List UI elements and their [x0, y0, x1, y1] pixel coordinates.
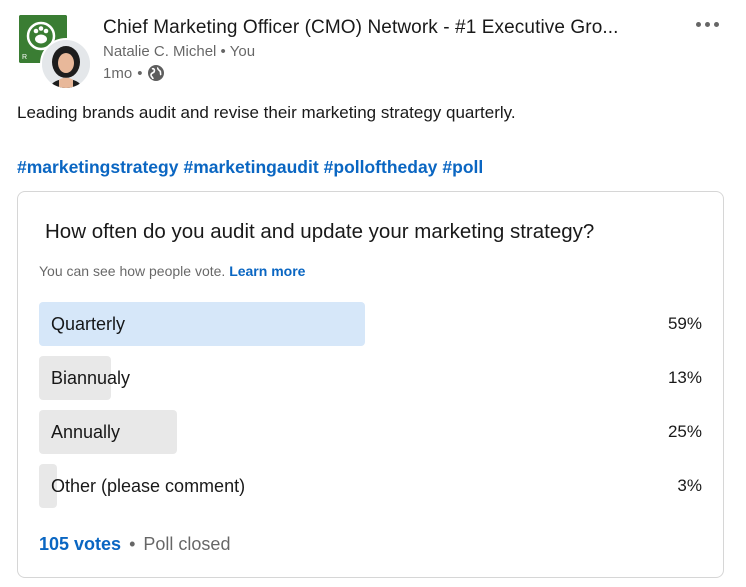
- poll-status: Poll closed: [143, 534, 231, 554]
- post-time: 1mo: [103, 64, 133, 82]
- poll-option-quarterly[interactable]: Quarterly 59%: [39, 302, 702, 346]
- poll-option-other[interactable]: Other (please comment) 3%: [39, 464, 702, 508]
- poll-option-label: Biannualy: [51, 368, 131, 388]
- hashtag-link[interactable]: #poll: [442, 157, 483, 177]
- author-name[interactable]: Natalie C. Michel: [103, 43, 216, 60]
- poll-option-biannualy[interactable]: Biannualy 13%: [39, 356, 702, 400]
- more-dot: [695, 21, 701, 27]
- poll-question: How often do you audit and update your m…: [45, 220, 595, 243]
- more-dot: [704, 21, 710, 27]
- learn-more-link[interactable]: Learn more: [229, 263, 305, 279]
- visibility-text: You can see how people vote.: [39, 263, 226, 279]
- separator-dot: •: [137, 64, 143, 82]
- poll-footer: 105 votes • Poll closed: [39, 534, 230, 555]
- hashtag-link[interactable]: #marketingaudit: [183, 157, 318, 177]
- author-line: Natalie C. Michel • You: [103, 43, 255, 60]
- hashtag-link[interactable]: #polloftheday: [324, 157, 438, 177]
- post-header: R Chief Marketing Officer (CMO) Network …: [0, 0, 746, 95]
- globe-icon: [147, 64, 165, 82]
- separator-dot: •: [220, 43, 226, 60]
- poll-visibility-note: You can see how people vote. Learn more: [39, 263, 305, 279]
- more-options-icon[interactable]: [690, 12, 724, 36]
- hashtag-list: #marketingstrategy #marketingaudit #pollof…: [17, 157, 488, 178]
- poll-option-percent: 3%: [677, 476, 702, 495]
- author-avatar[interactable]: [40, 38, 92, 90]
- poll-card: How often do you audit and update your m…: [17, 191, 724, 578]
- poll-option-percent: 13%: [667, 368, 702, 387]
- separator-dot: •: [129, 534, 136, 554]
- more-dot: [713, 21, 719, 27]
- svg-text:R: R: [22, 54, 27, 61]
- poll-option-percent: 25%: [667, 422, 702, 441]
- poll-option-label: Other (please comment): [51, 476, 246, 496]
- vote-count-link[interactable]: 105 votes: [39, 534, 121, 554]
- poll-option-label: Quarterly: [51, 314, 126, 334]
- hashtag-link[interactable]: #marketingstrategy: [17, 157, 178, 177]
- poll-option-annually[interactable]: Annually 25%: [39, 410, 702, 454]
- author-relation: You: [229, 43, 256, 60]
- poll-option-label: Annually: [51, 422, 121, 442]
- time-line: 1mo •: [103, 64, 165, 82]
- group-name[interactable]: Chief Marketing Officer (CMO) Network - …: [103, 17, 619, 39]
- poll-option-percent: 59%: [667, 314, 702, 333]
- post-text: Leading brands audit and revise their ma…: [17, 103, 516, 122]
